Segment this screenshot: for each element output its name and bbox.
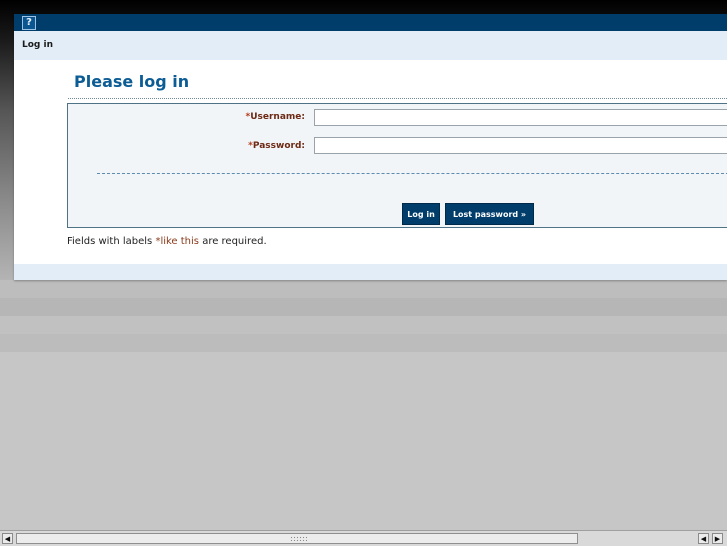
username-label-text: Username: xyxy=(250,112,305,122)
password-label-text: Password: xyxy=(252,141,305,151)
scrollbar-thumb[interactable] xyxy=(16,533,578,544)
breadcrumb-login[interactable]: Log in xyxy=(22,40,53,50)
horizontal-scrollbar[interactable]: ◀ ◀ ▶ xyxy=(0,530,727,546)
login-button[interactable]: Log in xyxy=(402,203,440,225)
scroll-left-end-icon[interactable]: ◀ xyxy=(698,533,709,544)
note-example: like this xyxy=(160,236,200,247)
login-panel: ? Log in Please log in *Username: *Passw… xyxy=(14,14,727,280)
help-icon[interactable]: ? xyxy=(22,16,36,30)
scroll-left-icon[interactable]: ◀ xyxy=(2,533,13,544)
scroll-right-icon[interactable]: ▶ xyxy=(712,533,723,544)
login-form: *Username: *Password: Log in Lost passwo… xyxy=(67,103,727,228)
password-label: *Password: xyxy=(218,141,305,151)
scrollbar-grip-icon xyxy=(290,536,307,541)
footer-bar xyxy=(14,264,727,280)
required-fields-note: Fields with labels *like this are requir… xyxy=(67,236,267,247)
top-header-bar: ? xyxy=(14,14,727,31)
note-prefix: Fields with labels xyxy=(67,236,156,247)
lost-password-button[interactable]: Lost password » xyxy=(445,203,534,225)
form-divider xyxy=(97,173,727,174)
breadcrumb-bar: Log in xyxy=(14,31,727,60)
username-input[interactable] xyxy=(314,109,727,126)
note-suffix: are required. xyxy=(199,236,267,247)
page-title: Please log in xyxy=(74,72,190,91)
title-divider xyxy=(68,98,727,99)
username-label: *Username: xyxy=(218,112,306,122)
background-bands xyxy=(0,280,727,352)
password-input[interactable] xyxy=(314,137,727,154)
